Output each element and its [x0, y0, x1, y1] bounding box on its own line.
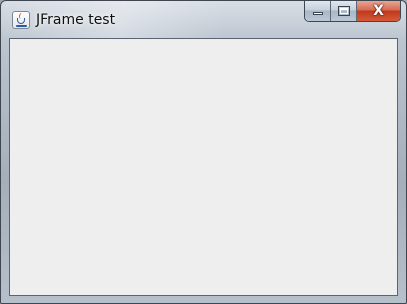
java-cup-icon[interactable] — [12, 11, 30, 29]
maximize-button[interactable] — [331, 1, 357, 21]
window-title: JFrame test — [36, 12, 116, 28]
content-pane[interactable] — [10, 39, 397, 295]
caption-buttons: X — [304, 1, 401, 22]
jframe-window: JFrame test X — [0, 0, 407, 304]
minimize-button[interactable] — [305, 1, 331, 21]
window-resize-edge[interactable] — [1, 294, 406, 303]
close-button[interactable]: X — [357, 1, 400, 21]
content-pane-border — [9, 38, 398, 296]
title-bar[interactable]: JFrame test X — [1, 1, 406, 38]
maximize-icon — [338, 6, 350, 16]
close-icon: X — [373, 3, 384, 19]
minimize-icon — [313, 12, 323, 15]
